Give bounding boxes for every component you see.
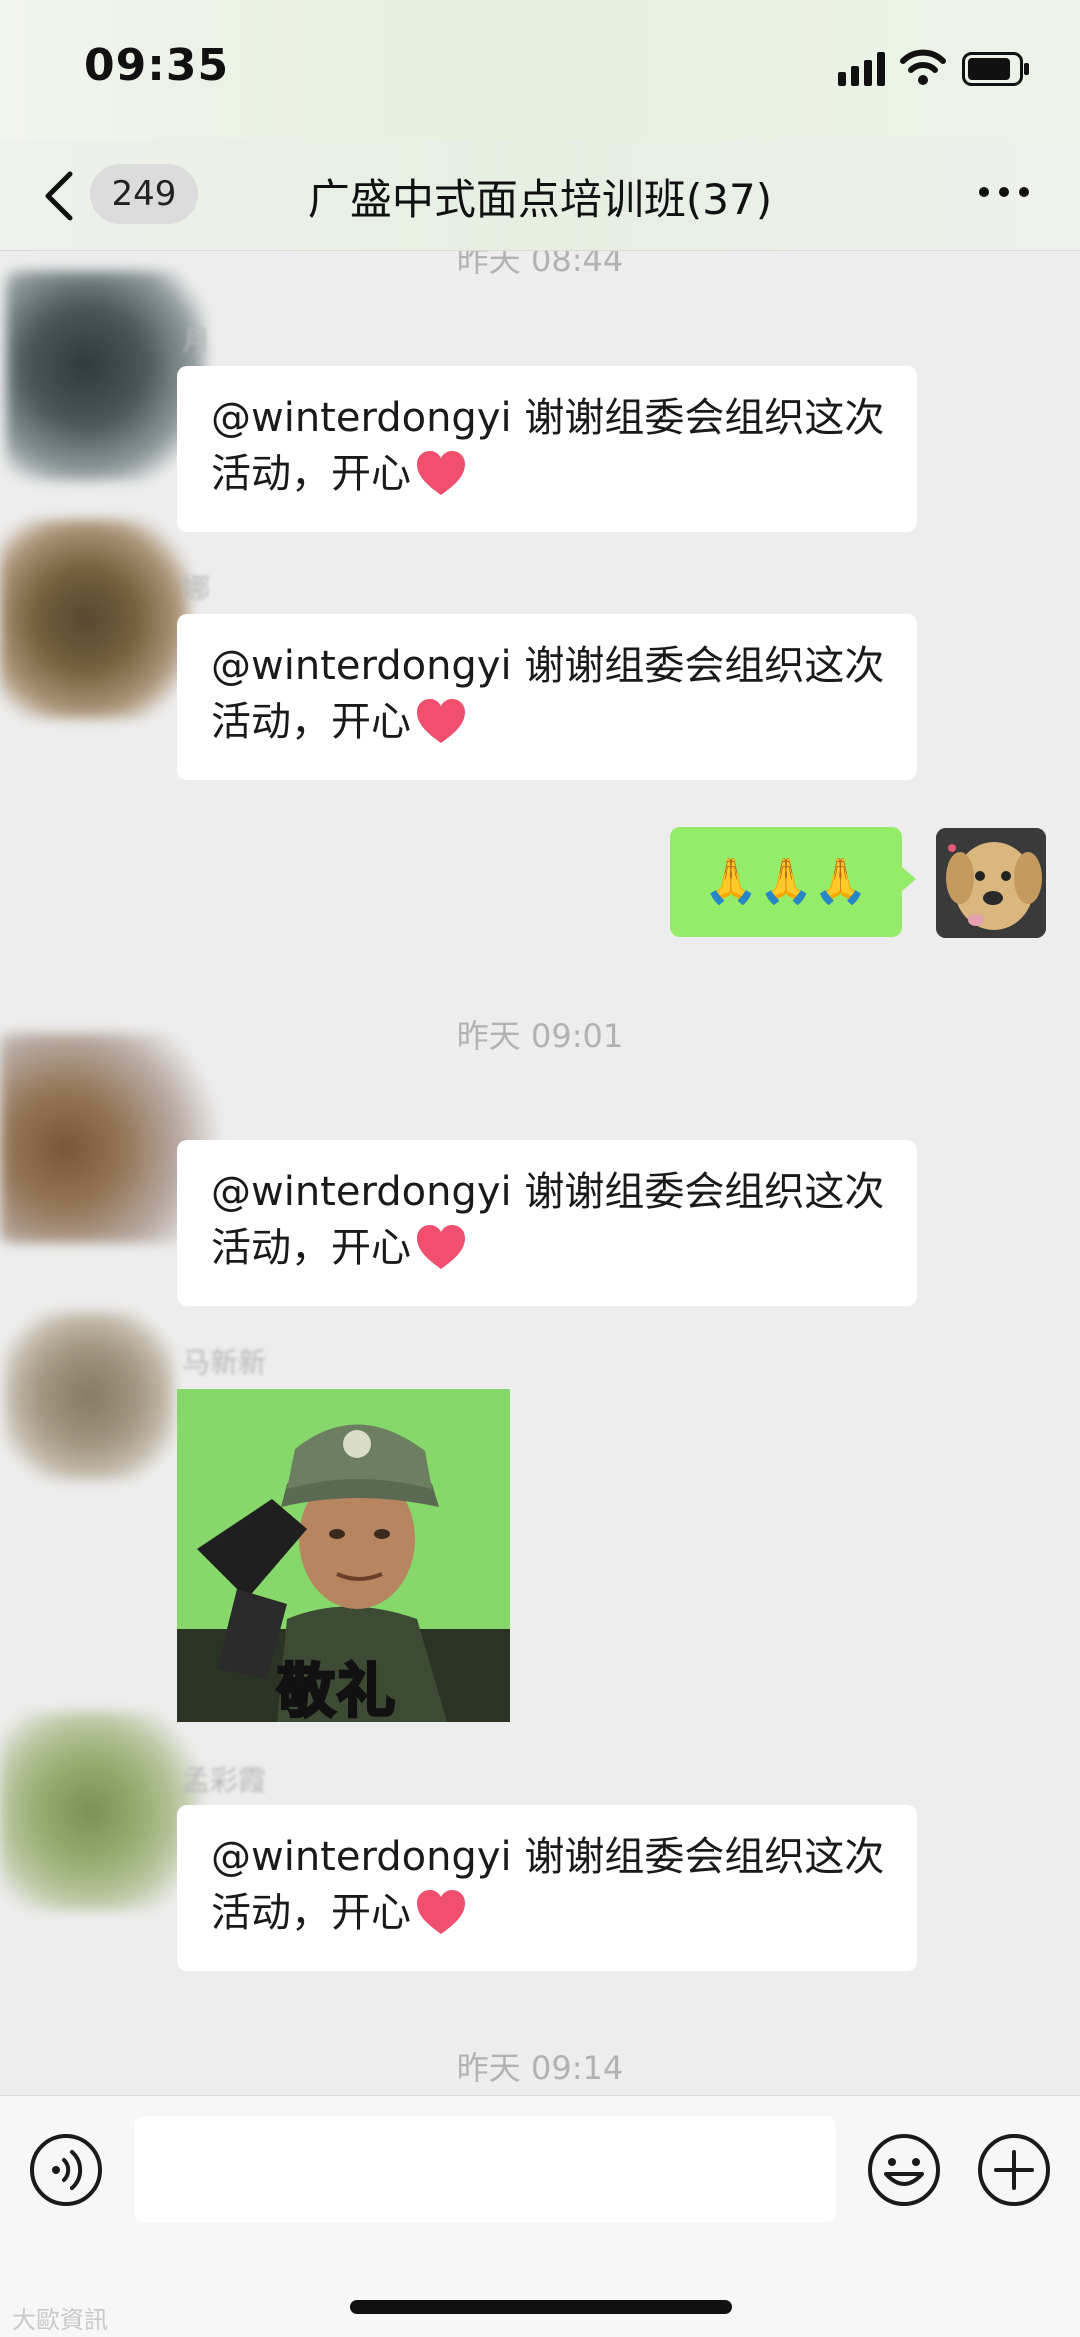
heart-icon: [417, 451, 465, 495]
avatar[interactable]: [0, 519, 190, 719]
back-icon[interactable]: [40, 168, 80, 224]
message-list[interactable]: 昨天 08:44 月 @winterdongyi 谢谢组委会组织这次活动，开心 …: [0, 251, 1080, 2095]
sender-name: 月: [182, 324, 211, 357]
chat-header: 249 广盛中式面点培训班(37): [0, 140, 1080, 251]
signal-icon: [838, 52, 885, 86]
more-icon[interactable]: [978, 184, 1030, 200]
message-bubble[interactable]: @winterdongyi 谢谢组委会组织这次活动，开心: [177, 1805, 917, 1971]
timestamp: 昨天 09:14: [456, 2049, 624, 2087]
heart-icon: [417, 1890, 465, 1934]
message-bubble[interactable]: @winterdongyi 谢谢组委会组织这次活动，开心: [177, 1140, 917, 1306]
voice-icon[interactable]: [28, 2132, 104, 2208]
self-message-text: 🙏🙏🙏: [703, 856, 869, 907]
home-indicator[interactable]: [350, 2300, 732, 2314]
self-message-bubble[interactable]: 🙏🙏🙏: [670, 827, 916, 937]
message-text: @winterdongyi 谢谢组委会组织这次活动，开心: [211, 1169, 885, 1271]
watermark: 大歐資訊: [12, 2306, 108, 2334]
sender-name: 马新新: [182, 1346, 267, 1379]
status-bar: 09:35: [0, 0, 1080, 140]
sticker-caption: 敬礼: [275, 1656, 398, 1723]
plus-icon[interactable]: [976, 2132, 1052, 2208]
wifi-icon: [900, 49, 946, 85]
dog-avatar-image: [936, 828, 1046, 938]
battery-icon: [962, 52, 1029, 86]
chat-screen: 09:35 249 广盛中式面点培训班(37) 昨天 08:44 月 @wint…: [0, 0, 1080, 2337]
message-text: @winterdongyi 谢谢组委会组织这次活动，开心: [211, 1834, 885, 1936]
emoji-icon[interactable]: [866, 2132, 942, 2208]
chat-title: 广盛中式面点培训班(37): [307, 175, 773, 224]
unread-count-badge[interactable]: 249: [90, 164, 198, 224]
self-avatar[interactable]: [936, 828, 1046, 938]
message-text: @winterdongyi 谢谢组委会组织这次活动，开心: [211, 643, 885, 745]
sender-name: 娜: [182, 572, 211, 605]
message-input[interactable]: [134, 2116, 836, 2222]
message-text: @winterdongyi 谢谢组委会组织这次活动，开心: [211, 395, 885, 497]
status-time: 09:35: [84, 40, 230, 91]
salute-sticker[interactable]: 敬礼: [177, 1389, 510, 1722]
message-bubble[interactable]: @winterdongyi 谢谢组委会组织这次活动，开心: [177, 366, 917, 532]
sender-name: 孟彩霞: [182, 1764, 267, 1797]
heart-icon: [417, 1225, 465, 1269]
avatar[interactable]: [0, 1711, 200, 1911]
avatar[interactable]: [6, 271, 206, 481]
heart-icon: [417, 699, 465, 743]
avatar[interactable]: [4, 1311, 174, 1481]
message-bubble[interactable]: @winterdongyi 谢谢组委会组织这次活动，开心: [177, 614, 917, 780]
